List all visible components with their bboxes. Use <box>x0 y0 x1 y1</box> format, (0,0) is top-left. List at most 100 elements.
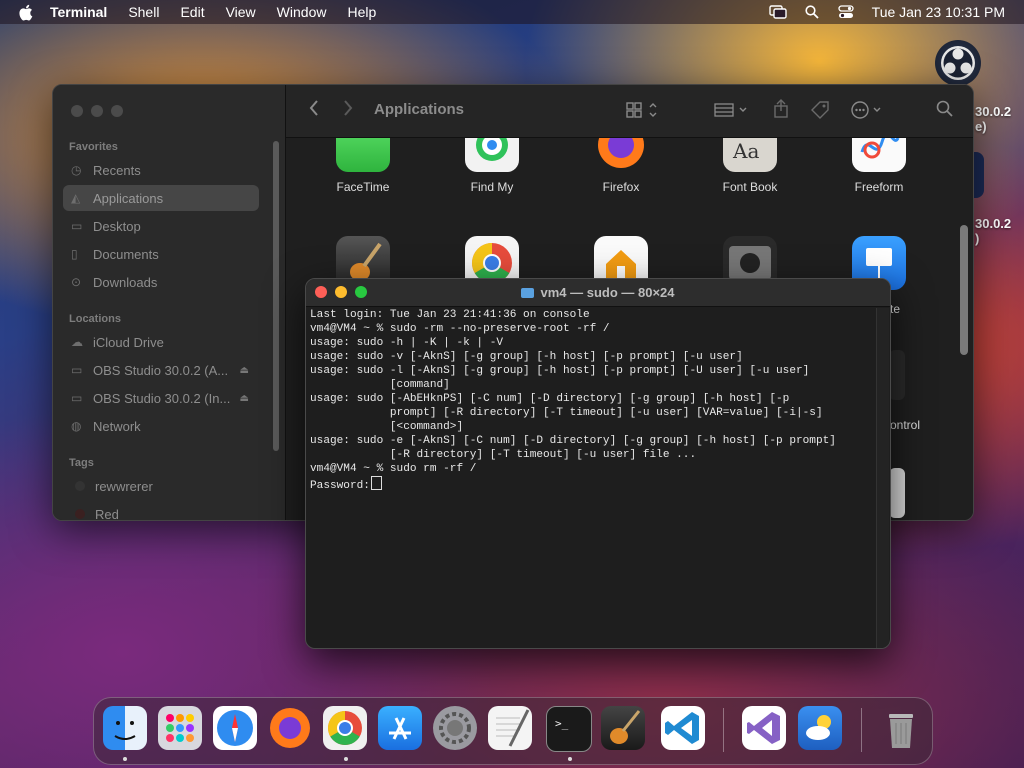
terminal-window: vm4 — sudo — 80×24 Last login: Tue Jan 2… <box>305 278 891 649</box>
finder-toolbar: Applications <box>286 85 973 138</box>
running-indicator <box>568 757 572 761</box>
app-item-find-my[interactable]: Find My <box>437 138 547 194</box>
app-item-freeform[interactable]: Freeform <box>824 138 934 194</box>
more-actions-icon[interactable] <box>850 100 886 124</box>
terminal-title-text: vm4 — sudo — 80×24 <box>540 285 675 300</box>
disk-icon: ▭ <box>71 363 83 377</box>
terminal-title: vm4 — sudo — 80×24 <box>306 285 890 300</box>
terminal-line: usage: sudo -h | -K | -k | -V <box>310 337 504 349</box>
sidebar-item-label: iCloud Drive <box>93 334 164 350</box>
terminal-scrollbar[interactable] <box>876 308 889 648</box>
terminal-line: vm4@VM4 ~ % sudo rm -rf / <box>310 463 477 475</box>
forward-icon[interactable] <box>342 99 354 121</box>
close-button[interactable] <box>71 105 83 117</box>
app-label: Freeform <box>854 180 904 194</box>
search-icon[interactable] <box>802 4 822 20</box>
window-controls <box>71 105 131 117</box>
desktop-icon-label: e) <box>975 119 987 134</box>
weather-icon[interactable] <box>798 706 842 750</box>
running-indicator <box>344 757 348 761</box>
group-icon[interactable] <box>714 101 754 123</box>
share-icon[interactable] <box>772 99 790 123</box>
sidebar-tag-red[interactable]: Red <box>63 501 259 521</box>
firefox-icon[interactable] <box>268 706 312 750</box>
eject-icon[interactable]: ⏏ <box>240 393 249 404</box>
menu-view[interactable]: View <box>226 4 256 20</box>
sidebar-item-icloud[interactable]: ☁ iCloud Drive <box>63 329 259 355</box>
terminal-titlebar[interactable]: vm4 — sudo — 80×24 <box>306 279 890 307</box>
sidebar-tags-header: Tags <box>69 457 94 469</box>
partial-app-icon[interactable] <box>889 468 905 518</box>
terminal-line: [-R directory] [-T timeout] [-u user] fi… <box>310 449 697 461</box>
finder-sidebar: Favorites ◷ Recents ◭ Applications ▭ Deskto… <box>53 85 286 520</box>
app-item-font-book[interactable]: Aa Font Book <box>695 138 805 194</box>
download-icon: ⊙ <box>71 275 82 289</box>
menu-window[interactable]: Window <box>277 4 327 20</box>
trash-icon[interactable] <box>879 706 923 750</box>
menu-clock[interactable]: Tue Jan 23 10:31 PM <box>872 4 1005 20</box>
app-item-facetime[interactable]: FaceTime <box>308 138 418 194</box>
obs-icon[interactable] <box>935 40 981 86</box>
find-my-icon <box>465 138 519 172</box>
terminal-line: [command] <box>310 379 450 391</box>
sidebar-item-label: Documents <box>93 246 159 262</box>
textedit-icon[interactable] <box>488 706 532 750</box>
app-label: ontrol <box>890 418 921 432</box>
desktop-icon: ▭ <box>71 219 83 233</box>
safari-icon[interactable] <box>213 706 257 750</box>
font-book-icon: Aa <box>723 138 777 172</box>
running-indicator <box>123 757 127 761</box>
terminal-cursor <box>370 476 382 490</box>
chrome-icon[interactable] <box>323 706 367 750</box>
app-store-icon[interactable] <box>378 706 422 750</box>
globe-icon: ◍ <box>71 419 82 433</box>
sidebar-item-downloads[interactable]: ⊙ Downloads <box>63 269 259 295</box>
freeform-icon <box>852 138 906 172</box>
menu-bar: Terminal Shell Edit View Window Help Tue… <box>0 0 1024 24</box>
apple-menu-icon[interactable] <box>18 4 36 21</box>
sidebar-item-label: Red <box>95 506 119 521</box>
sidebar-item-obs-in[interactable]: ▭ OBS Studio 30.0.2 (In... ⏏ <box>63 385 259 411</box>
finder-icon[interactable] <box>103 706 147 750</box>
sidebar-item-documents[interactable]: ▯ Documents <box>63 241 259 267</box>
visual-studio-icon[interactable] <box>742 706 786 750</box>
zoom-button[interactable] <box>111 105 123 117</box>
terminal-line: usage: sudo [-AbEHknPS] [-C num] [-D dir… <box>310 393 790 405</box>
system-settings-icon[interactable] <box>433 706 477 750</box>
control-center-icon[interactable] <box>836 4 856 20</box>
sidebar-item-network[interactable]: ◍ Network <box>63 413 259 439</box>
garageband-icon[interactable] <box>601 706 645 750</box>
view-grid-icon[interactable] <box>626 101 660 123</box>
back-icon[interactable] <box>308 99 320 121</box>
minimize-button[interactable] <box>91 105 103 117</box>
menu-help[interactable]: Help <box>347 4 376 20</box>
sidebar-scrollbar[interactable] <box>273 141 279 451</box>
menu-shell[interactable]: Shell <box>128 4 159 20</box>
sidebar-item-obs-a[interactable]: ▭ OBS Studio 30.0.2 (A... ⏏ <box>63 357 259 383</box>
terminal-line: Last login: Tue Jan 23 21:41:36 on conso… <box>310 309 590 321</box>
terminal-line: usage: sudo -l [-AknS] [-g group] [-h ho… <box>310 365 810 377</box>
desktop-icon-label: 30.0.2 <box>975 216 1012 231</box>
sidebar-item-applications[interactable]: ◭ Applications <box>63 185 259 211</box>
search-icon[interactable] <box>936 100 954 122</box>
terminal-output[interactable]: Last login: Tue Jan 23 21:41:36 on conso… <box>310 308 876 493</box>
eject-icon[interactable]: ⏏ <box>240 365 249 376</box>
finder-title: Applications <box>374 101 465 118</box>
menu-edit[interactable]: Edit <box>180 4 204 20</box>
tag-dot-icon <box>75 509 85 519</box>
screen-mirroring-icon[interactable] <box>768 4 788 20</box>
sidebar-tag-rewwrerer[interactable]: rewwrerer <box>63 473 259 499</box>
app-label: te <box>890 302 901 316</box>
menu-app-name[interactable]: Terminal <box>50 4 107 20</box>
sidebar-item-recents[interactable]: ◷ Recents <box>63 157 259 183</box>
terminal-line: [<command>] <box>310 421 464 433</box>
tag-icon[interactable] <box>810 100 830 124</box>
vscode-icon[interactable] <box>661 706 705 750</box>
partial-app-icon[interactable] <box>889 350 905 400</box>
sidebar-item-desktop[interactable]: ▭ Desktop <box>63 213 259 239</box>
launchpad-icon[interactable] <box>158 706 202 750</box>
finder-scrollbar[interactable] <box>960 225 968 355</box>
svg-text:>_: >_ <box>555 717 569 730</box>
app-item-firefox[interactable]: Firefox <box>566 138 676 194</box>
terminal-icon[interactable]: >_ <box>546 706 592 752</box>
